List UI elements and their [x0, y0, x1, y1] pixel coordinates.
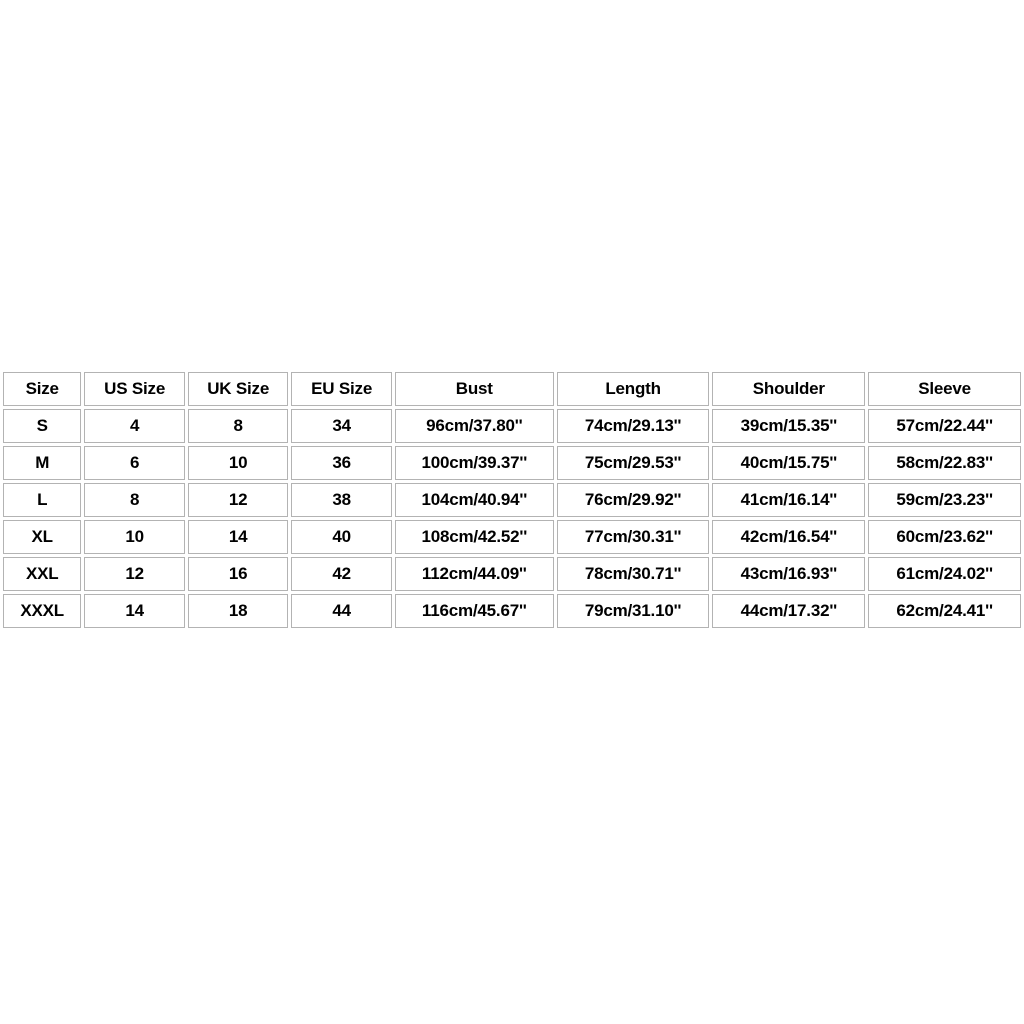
cell-size: XL [3, 520, 82, 554]
size-chart-table: Size US Size UK Size EU Size Bust Length… [0, 369, 1024, 631]
cell-uk-size: 16 [187, 557, 289, 591]
column-header-uk-size: UK Size [187, 372, 289, 406]
cell-bust: 100cm/39.37'' [394, 446, 554, 480]
size-chart-header: Size US Size UK Size EU Size Bust Length… [3, 372, 1021, 406]
cell-sleeve: 62cm/24.41'' [868, 594, 1021, 628]
cell-uk-size: 14 [187, 520, 289, 554]
cell-size: S [3, 409, 82, 443]
table-row: M 6 10 36 100cm/39.37'' 75cm/29.53'' 40c… [3, 446, 1021, 480]
cell-us-size: 4 [84, 409, 185, 443]
table-header-row: Size US Size UK Size EU Size Bust Length… [3, 372, 1021, 406]
cell-eu-size: 38 [291, 483, 392, 517]
cell-length: 74cm/29.13'' [556, 409, 710, 443]
table-row: XL 10 14 40 108cm/42.52'' 77cm/30.31'' 4… [3, 520, 1021, 554]
table-row: S 4 8 34 96cm/37.80'' 74cm/29.13'' 39cm/… [3, 409, 1021, 443]
table-row: XXL 12 16 42 112cm/44.09'' 78cm/30.71'' … [3, 557, 1021, 591]
cell-bust: 112cm/44.09'' [394, 557, 554, 591]
cell-uk-size: 18 [187, 594, 289, 628]
cell-sleeve: 61cm/24.02'' [868, 557, 1021, 591]
cell-size: XXL [3, 557, 82, 591]
cell-uk-size: 10 [187, 446, 289, 480]
cell-length: 79cm/31.10'' [556, 594, 710, 628]
cell-us-size: 10 [84, 520, 185, 554]
column-header-bust: Bust [394, 372, 554, 406]
cell-bust: 116cm/45.67'' [394, 594, 554, 628]
cell-eu-size: 36 [291, 446, 392, 480]
cell-length: 76cm/29.92'' [556, 483, 710, 517]
cell-us-size: 14 [84, 594, 185, 628]
cell-size: XXXL [3, 594, 82, 628]
cell-bust: 108cm/42.52'' [394, 520, 554, 554]
cell-shoulder: 43cm/16.93'' [712, 557, 866, 591]
cell-shoulder: 41cm/16.14'' [712, 483, 866, 517]
column-header-eu-size: EU Size [291, 372, 392, 406]
cell-length: 77cm/30.31'' [556, 520, 710, 554]
cell-uk-size: 12 [187, 483, 289, 517]
cell-us-size: 6 [84, 446, 185, 480]
cell-bust: 104cm/40.94'' [394, 483, 554, 517]
table-row: L 8 12 38 104cm/40.94'' 76cm/29.92'' 41c… [3, 483, 1021, 517]
cell-length: 75cm/29.53'' [556, 446, 710, 480]
cell-us-size: 12 [84, 557, 185, 591]
cell-eu-size: 40 [291, 520, 392, 554]
column-header-us-size: US Size [84, 372, 185, 406]
cell-length: 78cm/30.71'' [556, 557, 710, 591]
cell-sleeve: 58cm/22.83'' [868, 446, 1021, 480]
cell-shoulder: 42cm/16.54'' [712, 520, 866, 554]
cell-sleeve: 59cm/23.23'' [868, 483, 1021, 517]
column-header-shoulder: Shoulder [712, 372, 866, 406]
cell-bust: 96cm/37.80'' [394, 409, 554, 443]
cell-eu-size: 42 [291, 557, 392, 591]
column-header-length: Length [556, 372, 710, 406]
table-row: XXXL 14 18 44 116cm/45.67'' 79cm/31.10''… [3, 594, 1021, 628]
cell-eu-size: 44 [291, 594, 392, 628]
cell-size: M [3, 446, 82, 480]
cell-uk-size: 8 [187, 409, 289, 443]
cell-shoulder: 44cm/17.32'' [712, 594, 866, 628]
cell-us-size: 8 [84, 483, 185, 517]
cell-shoulder: 40cm/15.75'' [712, 446, 866, 480]
size-chart-container: Size US Size UK Size EU Size Bust Length… [0, 369, 1024, 631]
cell-sleeve: 60cm/23.62'' [868, 520, 1021, 554]
column-header-size: Size [3, 372, 82, 406]
cell-eu-size: 34 [291, 409, 392, 443]
cell-shoulder: 39cm/15.35'' [712, 409, 866, 443]
cell-sleeve: 57cm/22.44'' [868, 409, 1021, 443]
cell-size: L [3, 483, 82, 517]
size-chart-body: S 4 8 34 96cm/37.80'' 74cm/29.13'' 39cm/… [3, 409, 1021, 628]
column-header-sleeve: Sleeve [868, 372, 1021, 406]
